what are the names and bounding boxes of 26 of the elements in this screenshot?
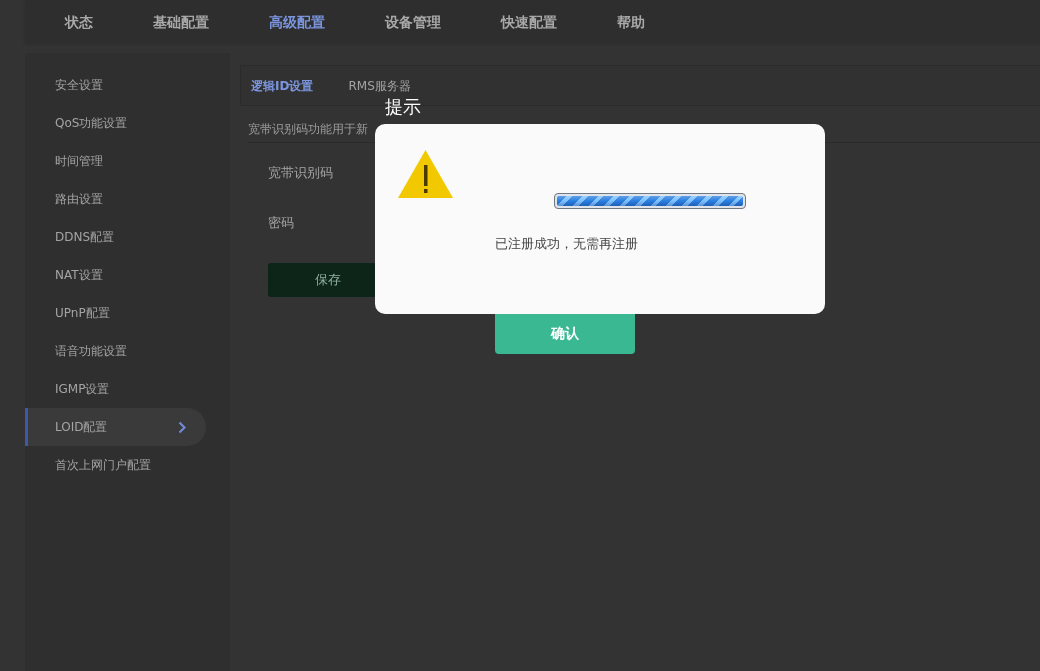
chevron-right-icon <box>178 420 186 434</box>
nav-tab[interactable]: 帮助 <box>617 11 645 32</box>
nav-tab[interactable]: 基础配置 <box>153 11 209 32</box>
nav-tab[interactable]: 设备管理 <box>385 11 441 32</box>
sidebar-item[interactable]: NAT设置 <box>25 256 230 294</box>
tab[interactable]: 逻辑ID设置 <box>251 77 314 94</box>
sidebar-item[interactable]: UPnP配置 <box>25 294 230 332</box>
sidebar-item[interactable]: QoS功能设置 <box>25 104 230 142</box>
sidebar-item[interactable]: 时间管理 <box>25 142 230 180</box>
description-text: 宽带识别码功能用于新 <box>248 121 368 137</box>
nav-tab[interactable]: 状态 <box>65 11 93 32</box>
nav-tab[interactable]: 高级配置 <box>269 11 325 32</box>
sidebar-item[interactable]: DDNS配置 <box>25 218 230 256</box>
dialog-title: 提示 <box>385 96 421 118</box>
sidebar-item[interactable]: IGMP设置 <box>25 370 230 408</box>
sidebar-item[interactable]: LOID配置 <box>25 408 206 446</box>
sidebar-item[interactable]: 路由设置 <box>25 180 230 218</box>
tab[interactable]: RMS服务器 <box>348 77 411 94</box>
sidebar-item[interactable]: 首次上网门户配置 <box>25 446 230 484</box>
warning-icon <box>398 150 453 198</box>
nav-tab[interactable]: 快速配置 <box>501 11 557 32</box>
sidebar-item[interactable]: 语音功能设置 <box>25 332 230 370</box>
sidebar-item[interactable]: 安全设置 <box>25 66 230 104</box>
field-label: 密码 <box>268 214 294 232</box>
dialog-message: 已注册成功，无需再注册 <box>495 235 638 253</box>
field-label: 宽带识别码 <box>268 164 333 182</box>
